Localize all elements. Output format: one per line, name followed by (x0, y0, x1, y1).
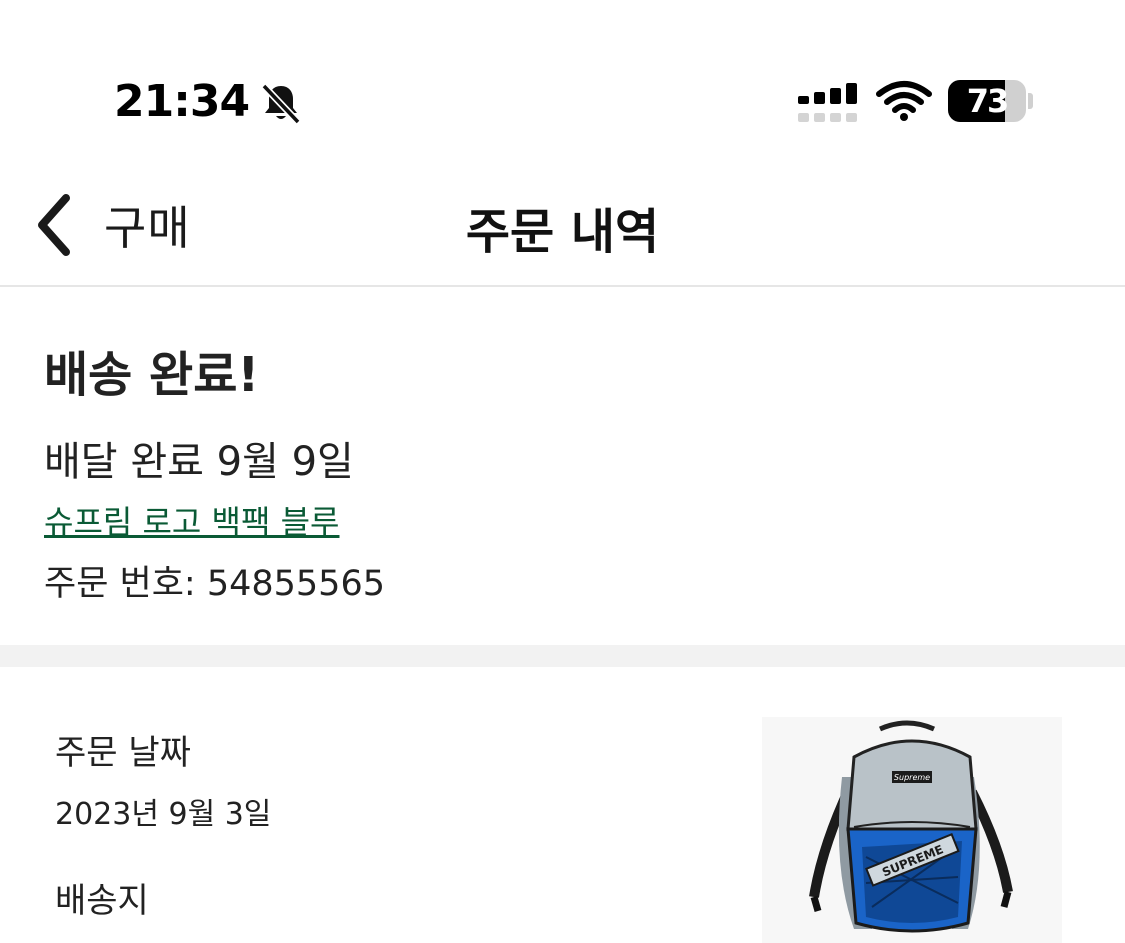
page-title: 주문 내역 (465, 204, 660, 260)
wifi-icon (876, 81, 932, 121)
product-image[interactable]: Supreme SUPREME (762, 717, 1062, 943)
section-divider (0, 645, 1125, 667)
cellular-signal-icon (798, 83, 857, 122)
product-logo-text: Supreme (894, 773, 930, 782)
status-time: 21:34 (114, 76, 250, 127)
status-bar: 21:34 73 (0, 0, 1125, 150)
order-date-label: 주문 날짜 (55, 733, 191, 773)
delivered-date: 배달 완료 9월 9일 (44, 439, 354, 485)
backpack-image: Supreme SUPREME (809, 720, 1013, 933)
battery-icon: 73 (948, 80, 1034, 124)
bell-slash-icon (261, 83, 301, 125)
battery-level: 73 (966, 82, 1010, 120)
navigation-bar: 구매 주문 내역 (0, 160, 1125, 287)
delivery-status-heading: 배송 완료! (44, 347, 260, 403)
product-name-link[interactable]: 슈프림 로고 백팩 블루 (44, 497, 339, 543)
order-details-section: 주문 날짜 2023년 9월 3일 배송지 Supreme SUPREME (0, 667, 1125, 943)
shipping-address-label: 배송지 (55, 881, 149, 921)
order-status-section: 배송 완료! 배달 완료 9월 9일 슈프림 로고 백팩 블루 주문 번호: 5… (0, 287, 1125, 645)
order-number: 주문 번호: 54855565 (44, 564, 385, 604)
order-date-value: 2023년 9월 3일 (55, 797, 272, 832)
